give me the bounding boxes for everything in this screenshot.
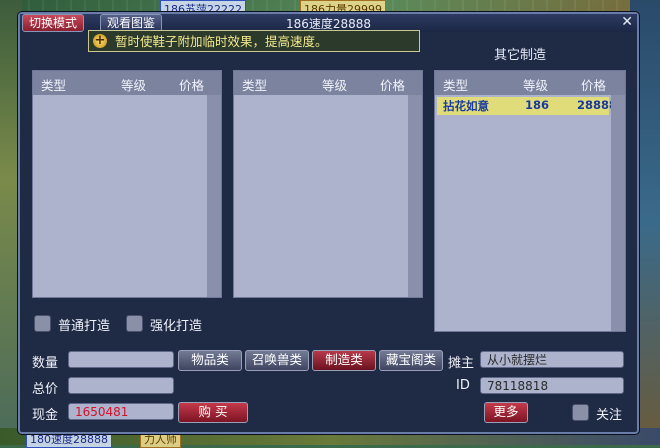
table-header: 类型 等级 价格 [435, 71, 625, 95]
id-label: ID [456, 378, 470, 393]
follow-label: 关注 [596, 408, 623, 423]
owner-label: 摊主 [448, 356, 475, 371]
equipment-make-panel: 类型 等级 价格 [32, 70, 222, 298]
id-field: 78118818 [480, 377, 624, 394]
owner-field: 从小就摆烂 [480, 351, 624, 368]
table-row[interactable]: 拈花如意 186 28888 [437, 97, 617, 115]
enhance-forge-checkbox[interactable] [126, 315, 143, 332]
category-pets-button[interactable]: 召唤兽类 [245, 350, 309, 371]
category-treasure-button[interactable]: 藏宝阁类 [379, 350, 443, 371]
other-make-panel: 类型 等级 价格 拈花如意 186 28888 [434, 70, 626, 332]
buy-button[interactable]: 购 买 [178, 402, 248, 423]
normal-forge-checkbox[interactable] [34, 315, 51, 332]
table-header: 类型 等级 价格 [33, 71, 221, 95]
table-header: 类型 等级 价格 [234, 71, 422, 95]
cash-label: 现金 [32, 408, 59, 423]
total-price-field [68, 377, 174, 394]
tab-switch-mode[interactable]: 切换模式 [22, 14, 85, 32]
column-header-level: 等级 [322, 78, 348, 93]
tooltip-text: 暂时使鞋子附加临时效果，提高速度。 [115, 34, 328, 49]
column-header-level: 等级 [523, 78, 549, 93]
column-header-price: 价格 [380, 78, 406, 93]
column-header-type: 类型 [242, 78, 268, 93]
close-icon[interactable]: ✕ [621, 15, 633, 29]
item-level: 186 [525, 98, 550, 112]
category-items-button[interactable]: 物品类 [178, 350, 242, 371]
equipment-repair-panel: 类型 等级 价格 [233, 70, 423, 298]
scrollbar[interactable] [207, 95, 221, 297]
enhance-forge-label: 强化打造 [150, 319, 203, 334]
plus-icon: + [93, 33, 107, 48]
column-header-price: 价格 [179, 78, 205, 93]
more-button[interactable]: 更多 [484, 402, 528, 423]
total-price-label: 总价 [32, 382, 59, 397]
section-title-other: 其它制造 [494, 48, 547, 63]
quantity-input[interactable] [68, 351, 174, 368]
shop-window: 186速度28888 ✕ 切换模式 观看图鉴 + 暂时使鞋子附加临时效果，提高速… [18, 12, 639, 434]
follow-checkbox[interactable] [572, 404, 589, 421]
quantity-label: 数量 [32, 356, 59, 371]
item-tooltip: + 暂时使鞋子附加临时效果，提高速度。 [88, 30, 420, 52]
item-type: 拈花如意 [443, 99, 489, 113]
scrollbar[interactable] [408, 95, 422, 297]
cash-field: 1650481 [68, 403, 174, 420]
column-header-type: 类型 [41, 78, 67, 93]
scrollbar[interactable] [611, 95, 625, 331]
normal-forge-label: 普通打造 [58, 319, 111, 334]
column-header-price: 价格 [581, 78, 607, 93]
category-crafting-button[interactable]: 制造类 [312, 350, 376, 371]
column-header-type: 类型 [443, 78, 469, 93]
column-header-level: 等级 [121, 78, 147, 93]
